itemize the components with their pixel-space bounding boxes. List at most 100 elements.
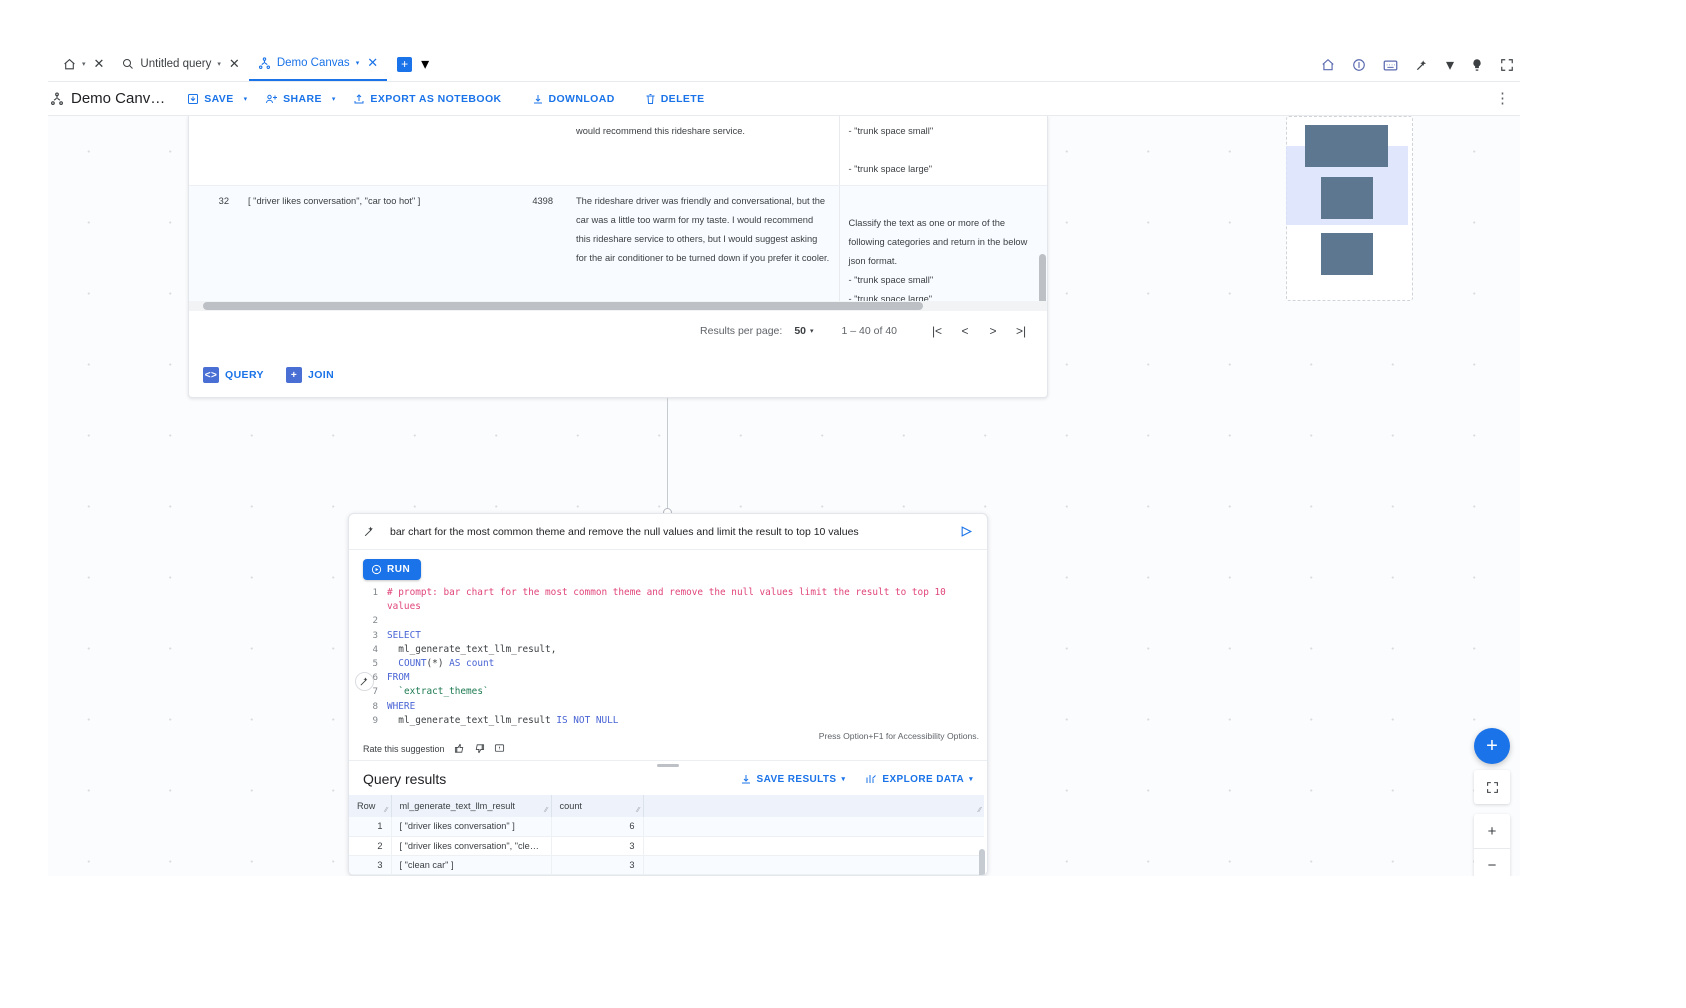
table-row[interactable]: 4 [ "driving too slow" ] 2: [349, 874, 984, 875]
data-table-scroll-area[interactable]: would recommend this rideshare service. …: [189, 116, 1047, 301]
zoom-controls: + −: [1474, 814, 1510, 876]
export-as-notebook-button[interactable]: EXPORT AS NOTEBOOK: [345, 89, 509, 109]
resize-grip-icon[interactable]: ⁄⁄: [385, 807, 387, 814]
join-plus-icon: +: [285, 367, 302, 383]
query-results-scrollbar[interactable]: [979, 849, 985, 875]
info-icon[interactable]: [1352, 58, 1366, 72]
results-per-page-label: Results per page:: [700, 325, 783, 337]
cell-row: 1: [349, 817, 392, 837]
cell-classify: Classify the text as one or more of the …: [839, 185, 1047, 301]
caret-down-icon[interactable]: ▾: [1446, 55, 1454, 75]
last-page-button[interactable]: >|: [1007, 324, 1035, 338]
keyboard-icon[interactable]: [1383, 59, 1398, 72]
canvas-controls: + + − 97%: [1474, 728, 1510, 876]
delete-button[interactable]: DELETE: [637, 89, 713, 109]
explore-data-button[interactable]: EXPLORE DATA ▾: [865, 773, 973, 785]
tab-untitled-query-close-icon[interactable]: ✕: [229, 56, 240, 72]
cell-row: [189, 116, 239, 186]
share-caret-icon[interactable]: ▾: [330, 95, 346, 103]
tab-demo-canvas[interactable]: Demo Canvas ▾ ✕: [248, 47, 388, 81]
resize-handle[interactable]: [657, 764, 679, 768]
code-line: 6 FROM: [349, 671, 987, 685]
column-header-result[interactable]: ml_generate_text_llm_result ⁄⁄: [391, 795, 552, 818]
download-button[interactable]: DOWNLOAD: [524, 89, 623, 109]
fullscreen-icon[interactable]: [1500, 58, 1514, 72]
first-page-button[interactable]: |<: [923, 324, 951, 338]
tab-untitled-query-caret-icon[interactable]: ▾: [217, 61, 221, 68]
send-icon[interactable]: [960, 525, 973, 538]
code-line: 7 `extract_themes`: [349, 685, 987, 699]
data-results-node: would recommend this rideshare service. …: [188, 116, 1048, 398]
thumb-up-icon[interactable]: [454, 743, 465, 754]
table-row[interactable]: 32 [ "driver likes conversation", "car t…: [189, 185, 1047, 301]
line-number: 9: [372, 714, 378, 726]
code-text: AS: [443, 658, 467, 670]
line-number: 2: [372, 615, 378, 627]
page-title-text: Demo Canv…: [71, 90, 166, 107]
prev-page-button[interactable]: <: [951, 324, 979, 338]
resize-grip-icon[interactable]: ⁄⁄: [637, 807, 639, 814]
rate-suggestion-label: Rate this suggestion: [363, 743, 445, 754]
fit-to-screen-button[interactable]: [1474, 770, 1510, 804]
save-button[interactable]: SAVE: [179, 89, 241, 109]
tab-bar-right-actions: ▾: [1321, 55, 1514, 75]
code-text: WHERE: [387, 700, 416, 712]
table-row[interactable]: would recommend this rideshare service. …: [189, 116, 1047, 186]
chevron-down-icon[interactable]: ▾: [810, 327, 814, 335]
more-options-button[interactable]: ⋮: [1495, 91, 1510, 106]
table-row[interactable]: 1 [ "driver likes conversation" ] 6: [349, 817, 984, 837]
query-results-pane: Query results SAVE RESULTS ▾ EXPLORE DAT…: [349, 760, 987, 875]
magic-wand-icon[interactable]: [1415, 58, 1429, 72]
magic-wand-icon[interactable]: [355, 672, 374, 691]
canvas-workspace[interactable]: would recommend this rideshare service. …: [48, 116, 1520, 876]
feedback-icon[interactable]: [494, 743, 505, 754]
cell-num: 4398: [467, 185, 567, 301]
table-row[interactable]: 2 [ "driver likes conversation", "cle… 3: [349, 836, 984, 856]
bar-chart-thumbnail[interactable]: [1286, 116, 1413, 301]
table-header-row: Row ⁄⁄ ml_generate_text_llm_result ⁄⁄ coun…: [349, 795, 984, 818]
run-button[interactable]: RUN: [363, 559, 422, 580]
zoom-out-button[interactable]: −: [1474, 848, 1510, 876]
code-block[interactable]: 1 # prompt: bar chart for the most commo…: [349, 586, 987, 728]
column-header-row[interactable]: Row ⁄⁄: [349, 795, 392, 818]
canvas-icon: [258, 56, 271, 70]
zoom-in-button[interactable]: +: [1474, 814, 1510, 848]
delete-label: DELETE: [660, 92, 705, 105]
resize-grip-icon[interactable]: ⁄⁄: [979, 807, 981, 814]
save-caret-icon[interactable]: ▾: [242, 95, 258, 103]
prompt-bar[interactable]: bar chart for the most common theme and …: [349, 514, 987, 550]
tab-home-caret-icon[interactable]: ▾: [82, 61, 86, 68]
page-size-select[interactable]: 50: [794, 325, 806, 337]
tab-untitled-query[interactable]: Untitled query ▾ ✕: [113, 47, 248, 81]
save-results-button[interactable]: SAVE RESULTS ▾: [740, 773, 846, 785]
resize-grip-icon[interactable]: ⁄⁄: [545, 807, 547, 814]
tab-demo-canvas-close-icon[interactable]: ✕: [367, 55, 378, 71]
sql-editor[interactable]: RUN 1 # prompt: bar chart for the most c…: [349, 550, 987, 761]
new-tab-caret-icon[interactable]: ▾: [421, 54, 429, 74]
query-action-button[interactable]: <> QUERY: [203, 367, 264, 383]
share-button[interactable]: SHARE: [257, 89, 330, 109]
chevron-down-icon[interactable]: ▾: [969, 775, 973, 783]
add-node-button[interactable]: +: [1474, 728, 1510, 764]
column-header-count[interactable]: count ⁄⁄: [551, 795, 644, 818]
cell-row: 4: [349, 874, 392, 875]
new-tab-button[interactable]: +: [397, 56, 413, 72]
cell-text: The rideshare driver was friendly and co…: [567, 185, 840, 301]
tab-demo-canvas-caret-icon[interactable]: ▾: [356, 60, 360, 67]
next-page-button[interactable]: >: [979, 324, 1007, 338]
bulb-icon[interactable]: [1471, 58, 1483, 72]
table-horizontal-scrollbar[interactable]: [189, 301, 1047, 311]
cell-count: 6: [551, 817, 644, 837]
thumb-down-icon[interactable]: [474, 743, 485, 754]
join-action-button[interactable]: + JOIN: [285, 367, 334, 383]
chevron-down-icon[interactable]: ▾: [842, 775, 846, 783]
table-row[interactable]: 3 [ "clean car" ] 3: [349, 855, 984, 875]
tab-home[interactable]: ▾ ✕: [54, 47, 113, 81]
scrollbar-thumb[interactable]: [203, 302, 923, 310]
download-icon: [532, 93, 544, 105]
table-vertical-scrollbar[interactable]: [1039, 254, 1046, 301]
home-icon[interactable]: [1321, 58, 1335, 72]
cell-spacer: [643, 874, 984, 875]
tab-home-close-icon[interactable]: ✕: [94, 56, 105, 72]
prompt-input[interactable]: bar chart for the most common theme and …: [390, 526, 946, 538]
